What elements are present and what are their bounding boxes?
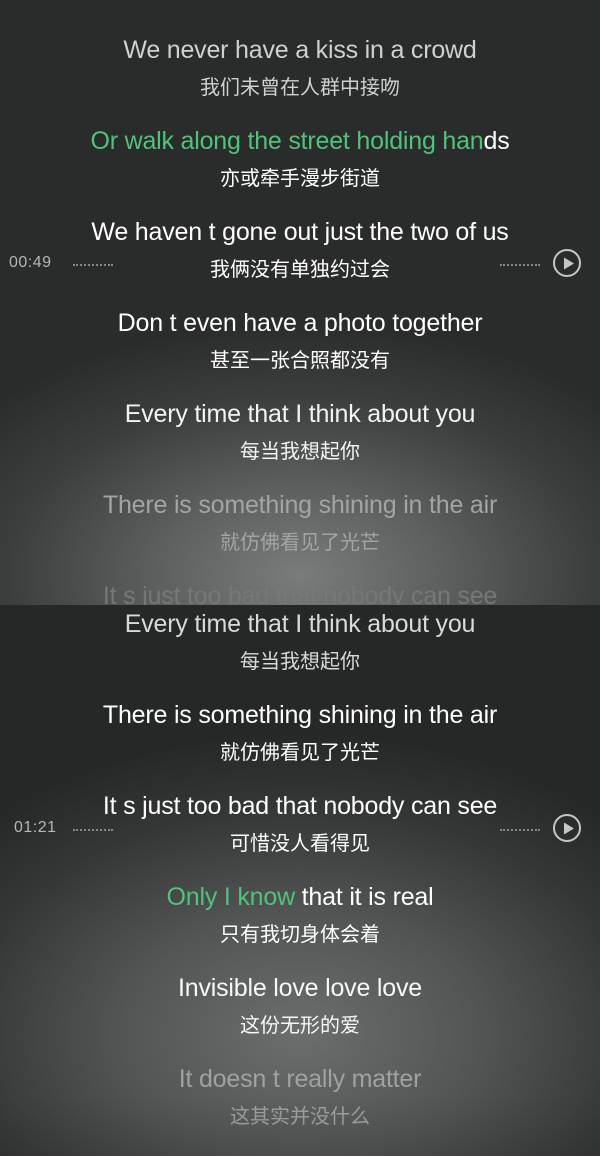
seek-indicator[interactable]: 00:49 [0, 245, 600, 285]
lyric-english: We never have a kiss in a crowd [123, 36, 477, 64]
lyric-english: It doesn t really matter [178, 1065, 422, 1093]
dotted-guide-left [73, 264, 113, 266]
lyric-chinese: 甚至一张合照都没有 [210, 348, 390, 372]
lyric-english: Don t even have a photo together [117, 309, 483, 337]
lyric-line-current[interactable]: Only I know that it is real 只有我切身体会着 [0, 883, 600, 947]
seek-indicator[interactable]: 01:21 [0, 810, 600, 850]
timestamp: 00:49 [9, 254, 52, 271]
lyric-line[interactable]: Every time that I think about you 每当我想起你 [0, 400, 600, 464]
lyric-sung-part: Or walk along the street holding han [90, 127, 484, 155]
dotted-guide-right [500, 264, 540, 266]
lyric-english: It s just too bad that nobody can see [102, 582, 498, 605]
lyric-line[interactable]: Don t even have a photo together 甚至一张合照都… [0, 309, 600, 373]
lyric-chinese: 亦或牵手漫步街道 [220, 166, 380, 190]
play-circle-icon[interactable] [553, 249, 581, 277]
lyric-english: There is something shining in the air [102, 701, 498, 729]
lyric-line-faded[interactable]: It s just too bad that nobody can see [0, 582, 600, 605]
lyrics-panel-bottom: Every time that I think about you 每当我想起你… [0, 605, 600, 1156]
lyric-english: Every time that I think about you [124, 610, 476, 638]
lyric-english: There is something shining in the air [102, 491, 498, 519]
lyric-chinese: 这其实并没什么 [230, 1104, 370, 1128]
lyric-english: that it is real [294, 883, 434, 911]
lyric-chinese: 每当我想起你 [240, 439, 360, 463]
lyric-chinese: 每当我想起你 [240, 649, 360, 673]
lyrics-panel-top: We never have a kiss in a crowd 我们未曾在人群中… [0, 0, 600, 605]
lyric-line[interactable]: Invisible love love love 这份无形的爱 [0, 974, 600, 1038]
lyric-chinese: 只有我切身体会着 [220, 922, 380, 946]
timestamp: 01:21 [14, 819, 57, 836]
lyric-line-faded[interactable]: It doesn t really matter 这其实并没什么 [0, 1065, 600, 1129]
play-icon [564, 257, 574, 270]
lyric-english: Every time that I think about you [124, 400, 476, 428]
play-icon [564, 822, 574, 835]
dotted-guide-right [500, 829, 540, 831]
lyric-line[interactable]: There is something shining in the air 就仿… [0, 491, 600, 555]
lyric-chinese: 这份无形的爱 [240, 1013, 360, 1037]
lyric-chinese: 就仿佛看见了光芒 [220, 740, 380, 764]
lyric-line-current[interactable]: Or walk along the street holding hands 亦… [0, 127, 600, 191]
lyric-english: We haven t gone out just the two of us [91, 218, 509, 246]
play-circle-icon[interactable] [553, 814, 581, 842]
lyric-english: Invisible love love love [178, 974, 422, 1002]
lyric-line[interactable]: We never have a kiss in a crowd 我们未曾在人群中… [0, 36, 600, 100]
lyric-line[interactable]: Every time that I think about you 每当我想起你 [0, 610, 600, 674]
lyric-sung-part: Only I know [166, 883, 296, 911]
lyric-line[interactable]: There is something shining in the air 就仿… [0, 701, 600, 765]
lyric-chinese: 我们未曾在人群中接吻 [200, 75, 400, 99]
lyric-chinese: 就仿佛看见了光芒 [220, 530, 380, 554]
dotted-guide-left [73, 829, 113, 831]
lyric-english: ds [483, 127, 510, 155]
